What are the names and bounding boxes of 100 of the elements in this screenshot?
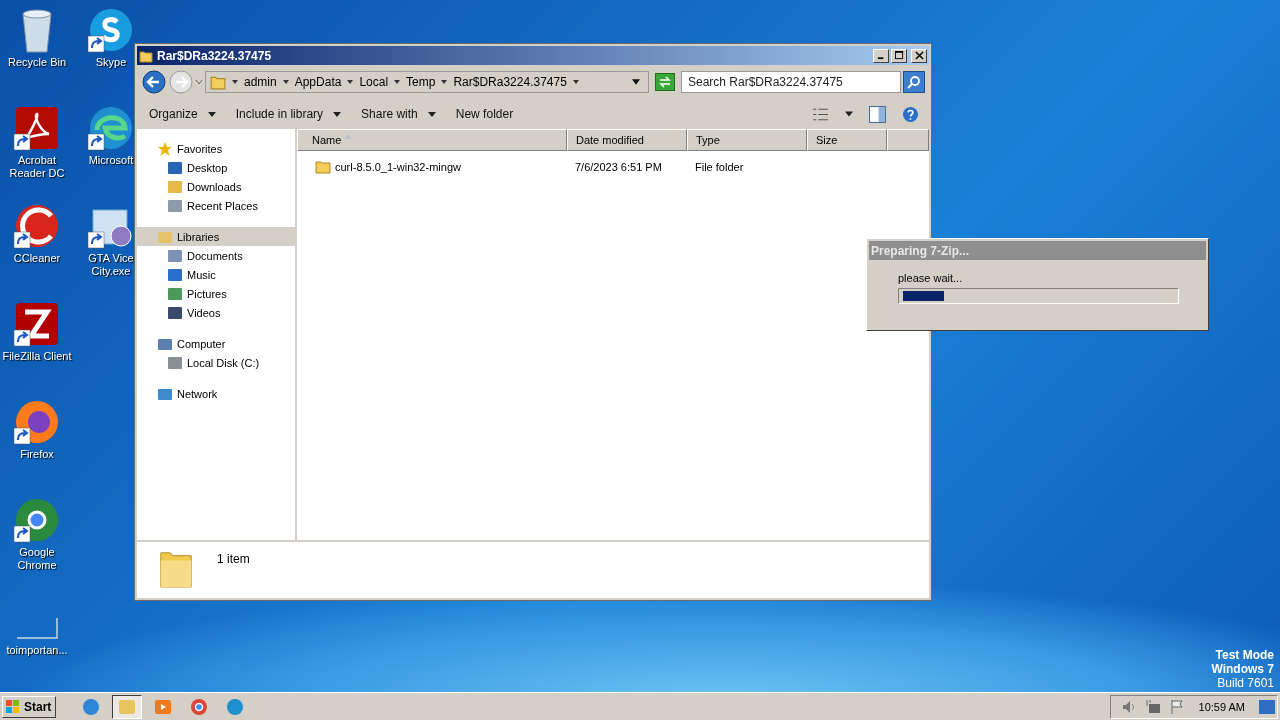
caret-icon bbox=[333, 111, 342, 117]
caret-icon[interactable] bbox=[394, 79, 401, 85]
caret-icon[interactable] bbox=[347, 79, 354, 85]
breadcrumb[interactable]: Local bbox=[359, 75, 389, 89]
maximize-icon bbox=[894, 51, 904, 60]
window-title: Rar$DRa3224.37475 bbox=[157, 48, 273, 63]
folder-icon bbox=[139, 48, 153, 63]
nav-item[interactable]: Favorites bbox=[137, 139, 295, 158]
folder-icon bbox=[210, 74, 226, 90]
caret-icon[interactable] bbox=[845, 111, 853, 117]
recent-icon bbox=[167, 197, 183, 214]
videos-icon bbox=[167, 304, 183, 321]
sort-arrow-icon bbox=[344, 134, 352, 139]
caret-icon[interactable] bbox=[232, 79, 238, 85]
caret-icon[interactable] bbox=[572, 79, 579, 85]
address-bar[interactable]: admin AppData Local Temp Rar$DRa3224.37475 bbox=[205, 71, 649, 93]
dropdown-icon[interactable] bbox=[632, 78, 640, 86]
desktop-icon bbox=[167, 159, 183, 176]
network-icon[interactable] bbox=[1144, 698, 1161, 715]
nav-item[interactable]: Network bbox=[137, 384, 295, 403]
toolbar-button[interactable]: Organize bbox=[141, 103, 224, 125]
os-watermark-text: Windows 7 bbox=[1211, 662, 1274, 676]
show-desktop-icon[interactable] bbox=[1259, 698, 1275, 715]
refresh-icon[interactable] bbox=[655, 73, 675, 91]
app-icon[interactable] bbox=[13, 398, 61, 446]
dialog-title: Preparing 7-Zip... bbox=[871, 243, 969, 258]
table-cell: File folder bbox=[695, 161, 744, 173]
desktop-icon-label: Firefox bbox=[19, 448, 55, 461]
documents-icon bbox=[167, 247, 183, 264]
clock[interactable]: 10:59 AM bbox=[1198, 700, 1245, 713]
downloads-icon bbox=[167, 178, 183, 195]
back-button[interactable] bbox=[141, 69, 166, 95]
search-button[interactable] bbox=[903, 71, 925, 93]
desktop-icon-label: toimportan... bbox=[5, 644, 69, 657]
column-header[interactable]: Name bbox=[297, 129, 567, 151]
app-icon bbox=[226, 697, 245, 716]
pictures-icon bbox=[167, 285, 183, 302]
search-field[interactable]: Search Rar$DRa3224.37475 bbox=[681, 71, 901, 93]
column-header[interactable]: Size bbox=[807, 129, 887, 151]
toolbar-button[interactable]: Include in library bbox=[227, 103, 350, 125]
app-icon[interactable] bbox=[13, 300, 61, 348]
caret-icon[interactable] bbox=[282, 79, 289, 85]
breadcrumb[interactable]: Temp bbox=[406, 75, 436, 89]
item-count: 1 item bbox=[217, 552, 250, 566]
app-icon bbox=[82, 697, 101, 716]
column-header[interactable]: Type bbox=[687, 129, 807, 151]
file-name[interactable]: curl-8.5.0_1-win32-mingw bbox=[335, 161, 461, 173]
column-header[interactable]: Date modified bbox=[567, 129, 687, 151]
app-icon[interactable] bbox=[87, 6, 135, 54]
desktop-icon-label: Google Chrome bbox=[16, 546, 58, 572]
preview-pane-icon[interactable] bbox=[869, 105, 886, 123]
nav-item[interactable]: Music bbox=[137, 265, 295, 284]
app-icon bbox=[118, 697, 137, 716]
desktop-icon-label: Acrobat Reader DC bbox=[8, 154, 66, 180]
close-button[interactable] bbox=[911, 48, 927, 63]
desktop-icon-label: GTA Vice City.exe bbox=[87, 252, 135, 278]
close-icon bbox=[914, 51, 924, 60]
nav-item[interactable]: Local Disk (C:) bbox=[137, 353, 295, 372]
taskbar-app-button[interactable] bbox=[112, 694, 143, 719]
breadcrumb[interactable]: admin bbox=[244, 75, 277, 89]
desktop-icon-label: FileZilla Client bbox=[1, 350, 73, 363]
star-icon bbox=[157, 140, 173, 157]
maximize-button[interactable] bbox=[891, 48, 907, 63]
desktop-icon-label: Skype bbox=[94, 56, 128, 69]
help-icon[interactable] bbox=[902, 105, 919, 123]
desktop-icon-label: Recycle Bin bbox=[6, 56, 68, 69]
minimize-button[interactable] bbox=[873, 48, 889, 63]
folder-icon bbox=[315, 159, 331, 175]
nav-item[interactable]: Libraries bbox=[137, 227, 295, 246]
os-watermark-text: Build 7601 bbox=[1217, 676, 1274, 690]
music-icon bbox=[167, 266, 183, 283]
table-cell: 7/6/2023 6:51 PM bbox=[575, 161, 662, 173]
search-icon bbox=[907, 75, 921, 89]
toolbar-button[interactable]: Share with bbox=[353, 103, 444, 125]
app-icon[interactable] bbox=[13, 496, 61, 544]
app-icon[interactable] bbox=[13, 104, 61, 152]
nav-item[interactable]: Downloads bbox=[137, 177, 295, 196]
nav-item[interactable]: Pictures bbox=[137, 284, 295, 303]
nav-item[interactable]: Desktop bbox=[137, 158, 295, 177]
toolbar-button[interactable]: New folder bbox=[447, 103, 522, 125]
caret-icon bbox=[427, 111, 436, 117]
nav-item[interactable]: Recent Places bbox=[137, 196, 295, 215]
app-icon bbox=[154, 697, 173, 716]
caret-icon[interactable] bbox=[441, 79, 448, 85]
nav-item[interactable]: Documents bbox=[137, 246, 295, 265]
dialog-message: please wait... bbox=[898, 272, 964, 284]
os-watermark-text: Test Mode bbox=[1215, 648, 1274, 662]
nav-item[interactable]: Computer bbox=[137, 334, 295, 353]
app-icon bbox=[190, 697, 209, 716]
caret-icon bbox=[207, 111, 216, 117]
app-icon[interactable] bbox=[13, 202, 61, 250]
nav-item[interactable]: Videos bbox=[137, 303, 295, 322]
breadcrumb[interactable]: AppData bbox=[294, 75, 342, 89]
desktop-icon-label: Microsoft bbox=[87, 154, 135, 167]
flag-icon[interactable] bbox=[1168, 698, 1185, 715]
desktop-icon-label: CCleaner bbox=[12, 252, 62, 265]
windows-logo-icon bbox=[5, 698, 21, 715]
app-icon[interactable] bbox=[87, 104, 135, 152]
breadcrumb[interactable]: Rar$DRa3224.37475 bbox=[453, 75, 567, 89]
start-button[interactable]: Start bbox=[2, 695, 57, 718]
